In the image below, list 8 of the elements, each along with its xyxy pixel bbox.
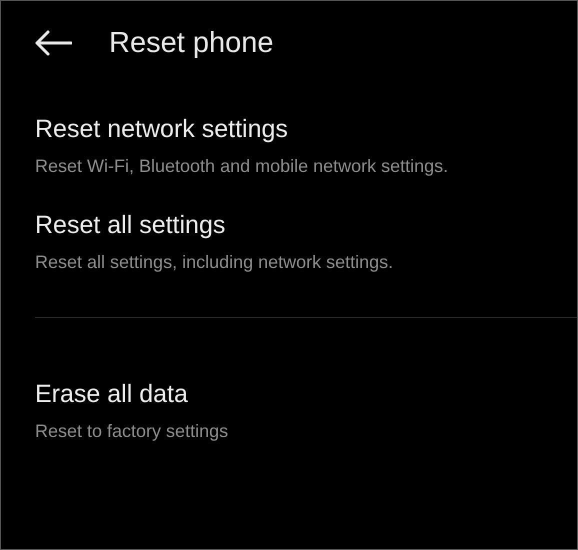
setting-title[interactable]: Reset network settings (35, 115, 577, 144)
back-arrow-icon[interactable] (34, 30, 72, 56)
setting-description: Reset to factory settings (35, 421, 230, 442)
setting-title[interactable]: Erase all data (35, 380, 577, 409)
setting-description: Reset all settings, including network settings. (35, 252, 394, 273)
setting-title[interactable]: Reset all settings (35, 211, 577, 240)
setting-description: Reset Wi-Fi, Bluetooth and mobile network settings. (35, 156, 450, 177)
page-title: Reset phone (109, 26, 274, 60)
